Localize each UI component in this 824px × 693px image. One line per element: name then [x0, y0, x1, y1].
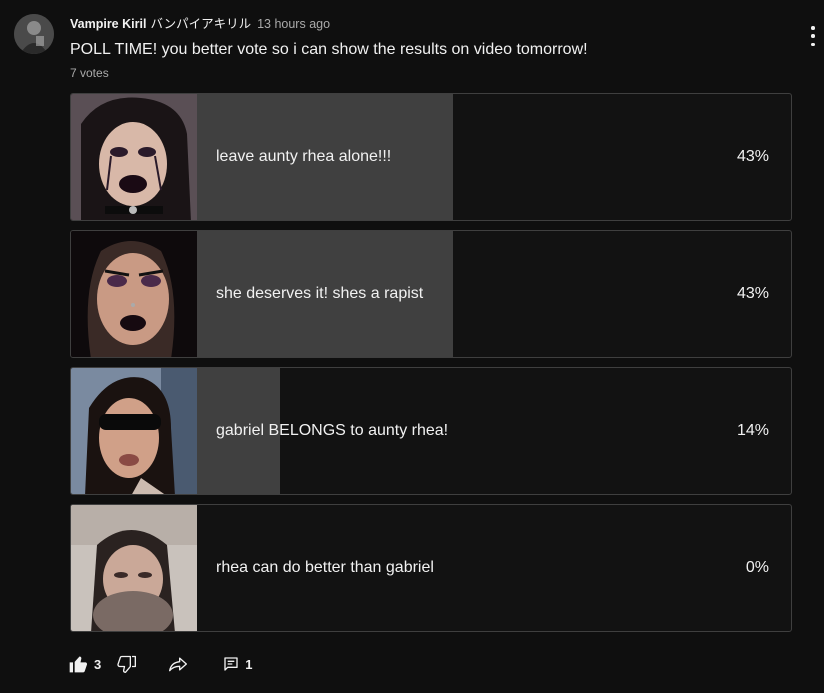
poll-option-1[interactable]: leave aunty rhea alone!!! 43% [70, 93, 792, 221]
poll-option-1-image [71, 94, 197, 220]
poll: leave aunty rhea alone!!! 43% she deserv… [70, 93, 792, 641]
poll-option-3-percent: 14% [736, 422, 769, 439]
avatar[interactable] [14, 14, 54, 54]
poll-option-2-percent: 43% [736, 285, 769, 302]
share-icon [169, 657, 188, 672]
poll-option-2-label: she deserves it! shes a rapist [216, 285, 424, 302]
comment-count: 1 [245, 656, 253, 672]
poll-option-1-percent: 43% [736, 148, 769, 165]
author-name[interactable]: Vampire Kiril [70, 17, 146, 31]
like-button[interactable]: 3 [68, 654, 101, 674]
poll-option-2[interactable]: she deserves it! shes a rapist 43% [70, 230, 792, 358]
post-meta: Vampire Kiril バンパイアキリル 13 hours ago [70, 16, 784, 32]
poll-option-4-label: rhea can do better than gabriel [216, 559, 434, 576]
share-button[interactable] [167, 654, 189, 674]
poll-option-1-label: leave aunty rhea alone!!! [216, 148, 392, 165]
poll-option-4[interactable]: rhea can do better than gabriel 0% [70, 504, 792, 632]
dislike-button[interactable] [117, 654, 137, 674]
poll-option-3[interactable]: gabriel BELONGS to aunty rhea! 14% [70, 367, 792, 495]
author-name-jp[interactable]: バンパイアキリル [150, 17, 251, 31]
poll-option-3-image [71, 368, 197, 494]
like-count: 3 [94, 656, 102, 672]
post-text: POLL TIME! you better vote so i can show… [70, 41, 588, 58]
post-header: Vampire Kiril バンパイアキリル 13 hours ago POLL T… [70, 16, 784, 80]
thumbs-up-icon [69, 656, 88, 673]
poll-option-4-percent: 0% [745, 559, 769, 576]
poll-option-3-label: gabriel BELONGS to aunty rhea! [216, 422, 449, 439]
action-bar: 3 1 [68, 652, 252, 676]
more-vert-icon[interactable] [808, 26, 818, 46]
thumbs-down-icon [117, 655, 137, 673]
poll-option-4-image [71, 505, 197, 631]
comment-button[interactable]: 1 [223, 656, 252, 672]
poll-option-2-image [71, 231, 197, 357]
comment-icon [224, 657, 238, 671]
post-time[interactable]: 13 hours ago [257, 17, 330, 31]
vote-count: 7 votes [70, 66, 109, 80]
